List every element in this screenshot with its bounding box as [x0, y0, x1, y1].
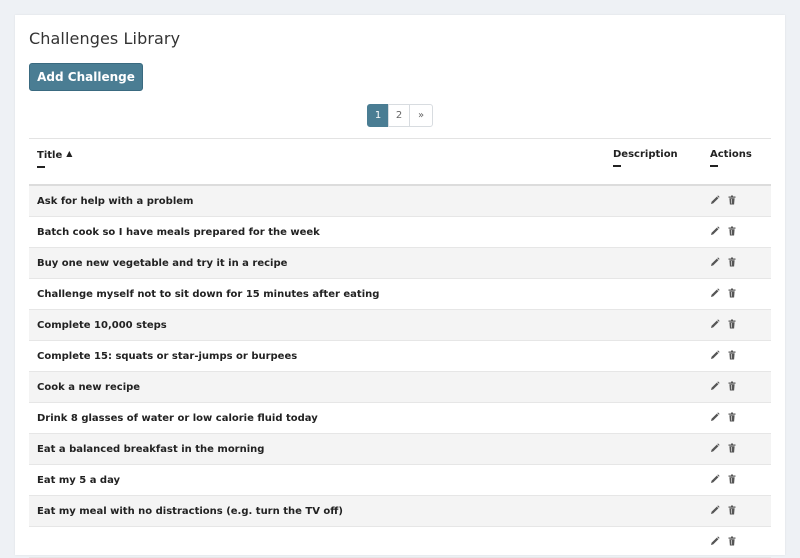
- table-row: Buy one new vegetable and try it in a re…: [29, 248, 771, 279]
- filter-dash-icon[interactable]: [710, 165, 718, 167]
- page-2-button[interactable]: 2: [388, 104, 410, 127]
- pencil-icon[interactable]: [710, 195, 720, 205]
- challenge-title: Buy one new vegetable and try it in a re…: [37, 258, 288, 269]
- challenge-title: Batch cook so I have meals prepared for …: [37, 227, 320, 238]
- trash-icon[interactable]: [727, 226, 737, 236]
- table-row: Ask for help with a problem: [29, 186, 771, 217]
- table-row: Batch cook so I have meals prepared for …: [29, 217, 771, 248]
- row-actions: [710, 505, 737, 515]
- table-row: Complete 15: squats or star-jumps or bur…: [29, 341, 771, 372]
- pencil-icon[interactable]: [710, 226, 720, 236]
- row-actions: [710, 536, 737, 546]
- table-body: Ask for help with a problem Batch cook s…: [29, 186, 771, 558]
- row-actions: [710, 226, 737, 236]
- challenge-title: Complete 10,000 steps: [37, 320, 167, 331]
- row-actions: [710, 412, 737, 422]
- row-actions: [710, 257, 737, 267]
- column-header-description[interactable]: Description: [613, 149, 678, 167]
- challenge-title: Eat my 5 a day: [37, 475, 121, 486]
- challenge-title: Challenge myself not to sit down for 15 …: [37, 289, 380, 300]
- sort-ascending-icon: ▲: [66, 149, 73, 158]
- column-header-actions: Actions: [710, 149, 752, 167]
- trash-icon[interactable]: [727, 350, 737, 360]
- filter-dash-icon[interactable]: [613, 165, 621, 167]
- table-row: Drink 8 glasses of water or low calorie …: [29, 403, 771, 434]
- trash-icon[interactable]: [727, 288, 737, 298]
- pencil-icon[interactable]: [710, 319, 720, 329]
- pencil-icon[interactable]: [710, 474, 720, 484]
- pencil-icon[interactable]: [710, 443, 720, 453]
- pencil-icon[interactable]: [710, 257, 720, 267]
- challenge-title: Eat a balanced breakfast in the morning: [37, 444, 265, 455]
- trash-icon[interactable]: [727, 474, 737, 484]
- row-actions: [710, 474, 737, 484]
- challenge-title: Cook a new recipe: [37, 382, 141, 393]
- pencil-icon[interactable]: [710, 412, 720, 422]
- column-description-label: Description: [613, 149, 678, 160]
- pencil-icon[interactable]: [710, 381, 720, 391]
- trash-icon[interactable]: [727, 257, 737, 267]
- pencil-icon[interactable]: [710, 350, 720, 360]
- table-header: Title ▲ Description Actions: [29, 138, 771, 186]
- table-row: Challenge myself not to sit down for 15 …: [29, 279, 771, 310]
- column-actions-label: Actions: [710, 149, 752, 160]
- challenge-title: Ask for help with a problem: [37, 196, 194, 207]
- challenges-table: Title ▲ Description Actions Ask for help …: [29, 138, 771, 558]
- trash-icon[interactable]: [727, 536, 737, 546]
- content-card: Challenges Library Add Challenge 1 2 » T…: [15, 15, 785, 558]
- challenge-title: Eat my meal with no distractions (e.g. t…: [37, 506, 343, 517]
- row-actions: [710, 350, 737, 360]
- add-challenge-button[interactable]: Add Challenge: [29, 63, 143, 91]
- row-actions: [710, 195, 737, 205]
- row-actions: [710, 319, 737, 329]
- trash-icon[interactable]: [727, 319, 737, 329]
- trash-icon[interactable]: [727, 381, 737, 391]
- table-row: Complete 10,000 steps: [29, 310, 771, 341]
- row-actions: [710, 288, 737, 298]
- filter-dash-icon[interactable]: [37, 166, 45, 168]
- next-page-button[interactable]: »: [409, 104, 433, 127]
- page-1-button[interactable]: 1: [367, 104, 389, 127]
- trash-icon[interactable]: [727, 505, 737, 515]
- table-row: Eat my 5 a day: [29, 465, 771, 496]
- page-title: Challenges Library: [29, 29, 181, 48]
- table-row: [29, 527, 771, 558]
- pencil-icon[interactable]: [710, 536, 720, 546]
- pagination: 1 2 »: [367, 104, 433, 127]
- trash-icon[interactable]: [727, 195, 737, 205]
- trash-icon[interactable]: [727, 412, 737, 422]
- column-title-label: Title: [37, 150, 63, 161]
- challenge-title: Drink 8 glasses of water or low calorie …: [37, 413, 318, 424]
- table-row: Eat my meal with no distractions (e.g. t…: [29, 496, 771, 527]
- pencil-icon[interactable]: [710, 288, 720, 298]
- table-row: Eat a balanced breakfast in the morning: [29, 434, 771, 465]
- trash-icon[interactable]: [727, 443, 737, 453]
- challenge-title: Complete 15: squats or star-jumps or bur…: [37, 351, 298, 362]
- table-row: Cook a new recipe: [29, 372, 771, 403]
- row-actions: [710, 443, 737, 453]
- column-header-title[interactable]: Title ▲: [37, 149, 72, 168]
- row-actions: [710, 381, 737, 391]
- pencil-icon[interactable]: [710, 505, 720, 515]
